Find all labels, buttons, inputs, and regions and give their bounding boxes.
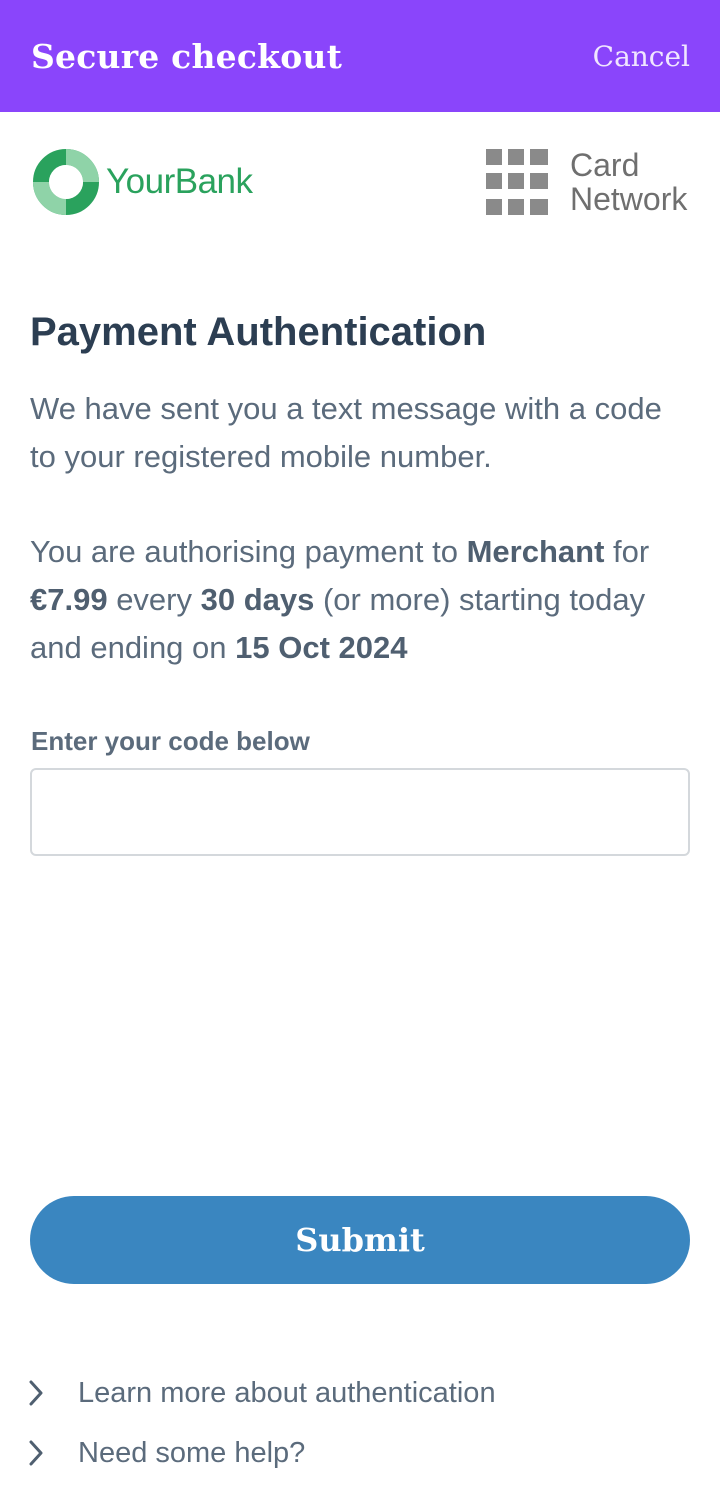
learn-more-label: Learn more about authentication [78,1376,496,1409]
grid-icon [486,149,550,215]
end-date: 15 Oct 2024 [235,630,408,665]
for-text: for [604,534,650,569]
code-input[interactable] [30,768,690,856]
help-link[interactable]: Need some help? [24,1431,305,1475]
bank-logo: YourBank [32,148,253,216]
auth-prefix: You are authorising payment to [30,534,467,569]
network-name: Card Network [570,148,700,216]
logos-bar: YourBank Card Network [0,146,720,218]
card-network-logo: Card Network [486,148,700,216]
merchant-name: Merchant [466,534,605,569]
learn-more-link[interactable]: Learn more about authentication [24,1371,496,1415]
chevron-right-icon [24,1371,48,1415]
bank-name: YourBank [106,162,253,201]
checkout-header: Secure checkout Cancel [0,0,720,112]
every-text: every [107,582,201,617]
payment-period: 30 days [200,582,315,617]
network-name-line2: Network [570,181,688,217]
page-title: Payment Authentication [30,310,487,354]
bank-ring-icon [32,148,100,216]
header-title: Secure checkout [31,36,343,76]
chevron-right-icon [24,1431,48,1475]
submit-button[interactable]: Submit [30,1196,690,1284]
network-name-line1: Card [570,147,640,183]
authorisation-summary: You are authorising payment to Merchant … [30,528,690,672]
sms-message: We have sent you a text message with a c… [30,391,662,474]
help-label: Need some help? [78,1436,306,1469]
payment-amount: €7.99 [30,582,108,617]
code-label: Enter your code below [31,726,310,756]
cancel-link[interactable]: Cancel [593,40,690,73]
